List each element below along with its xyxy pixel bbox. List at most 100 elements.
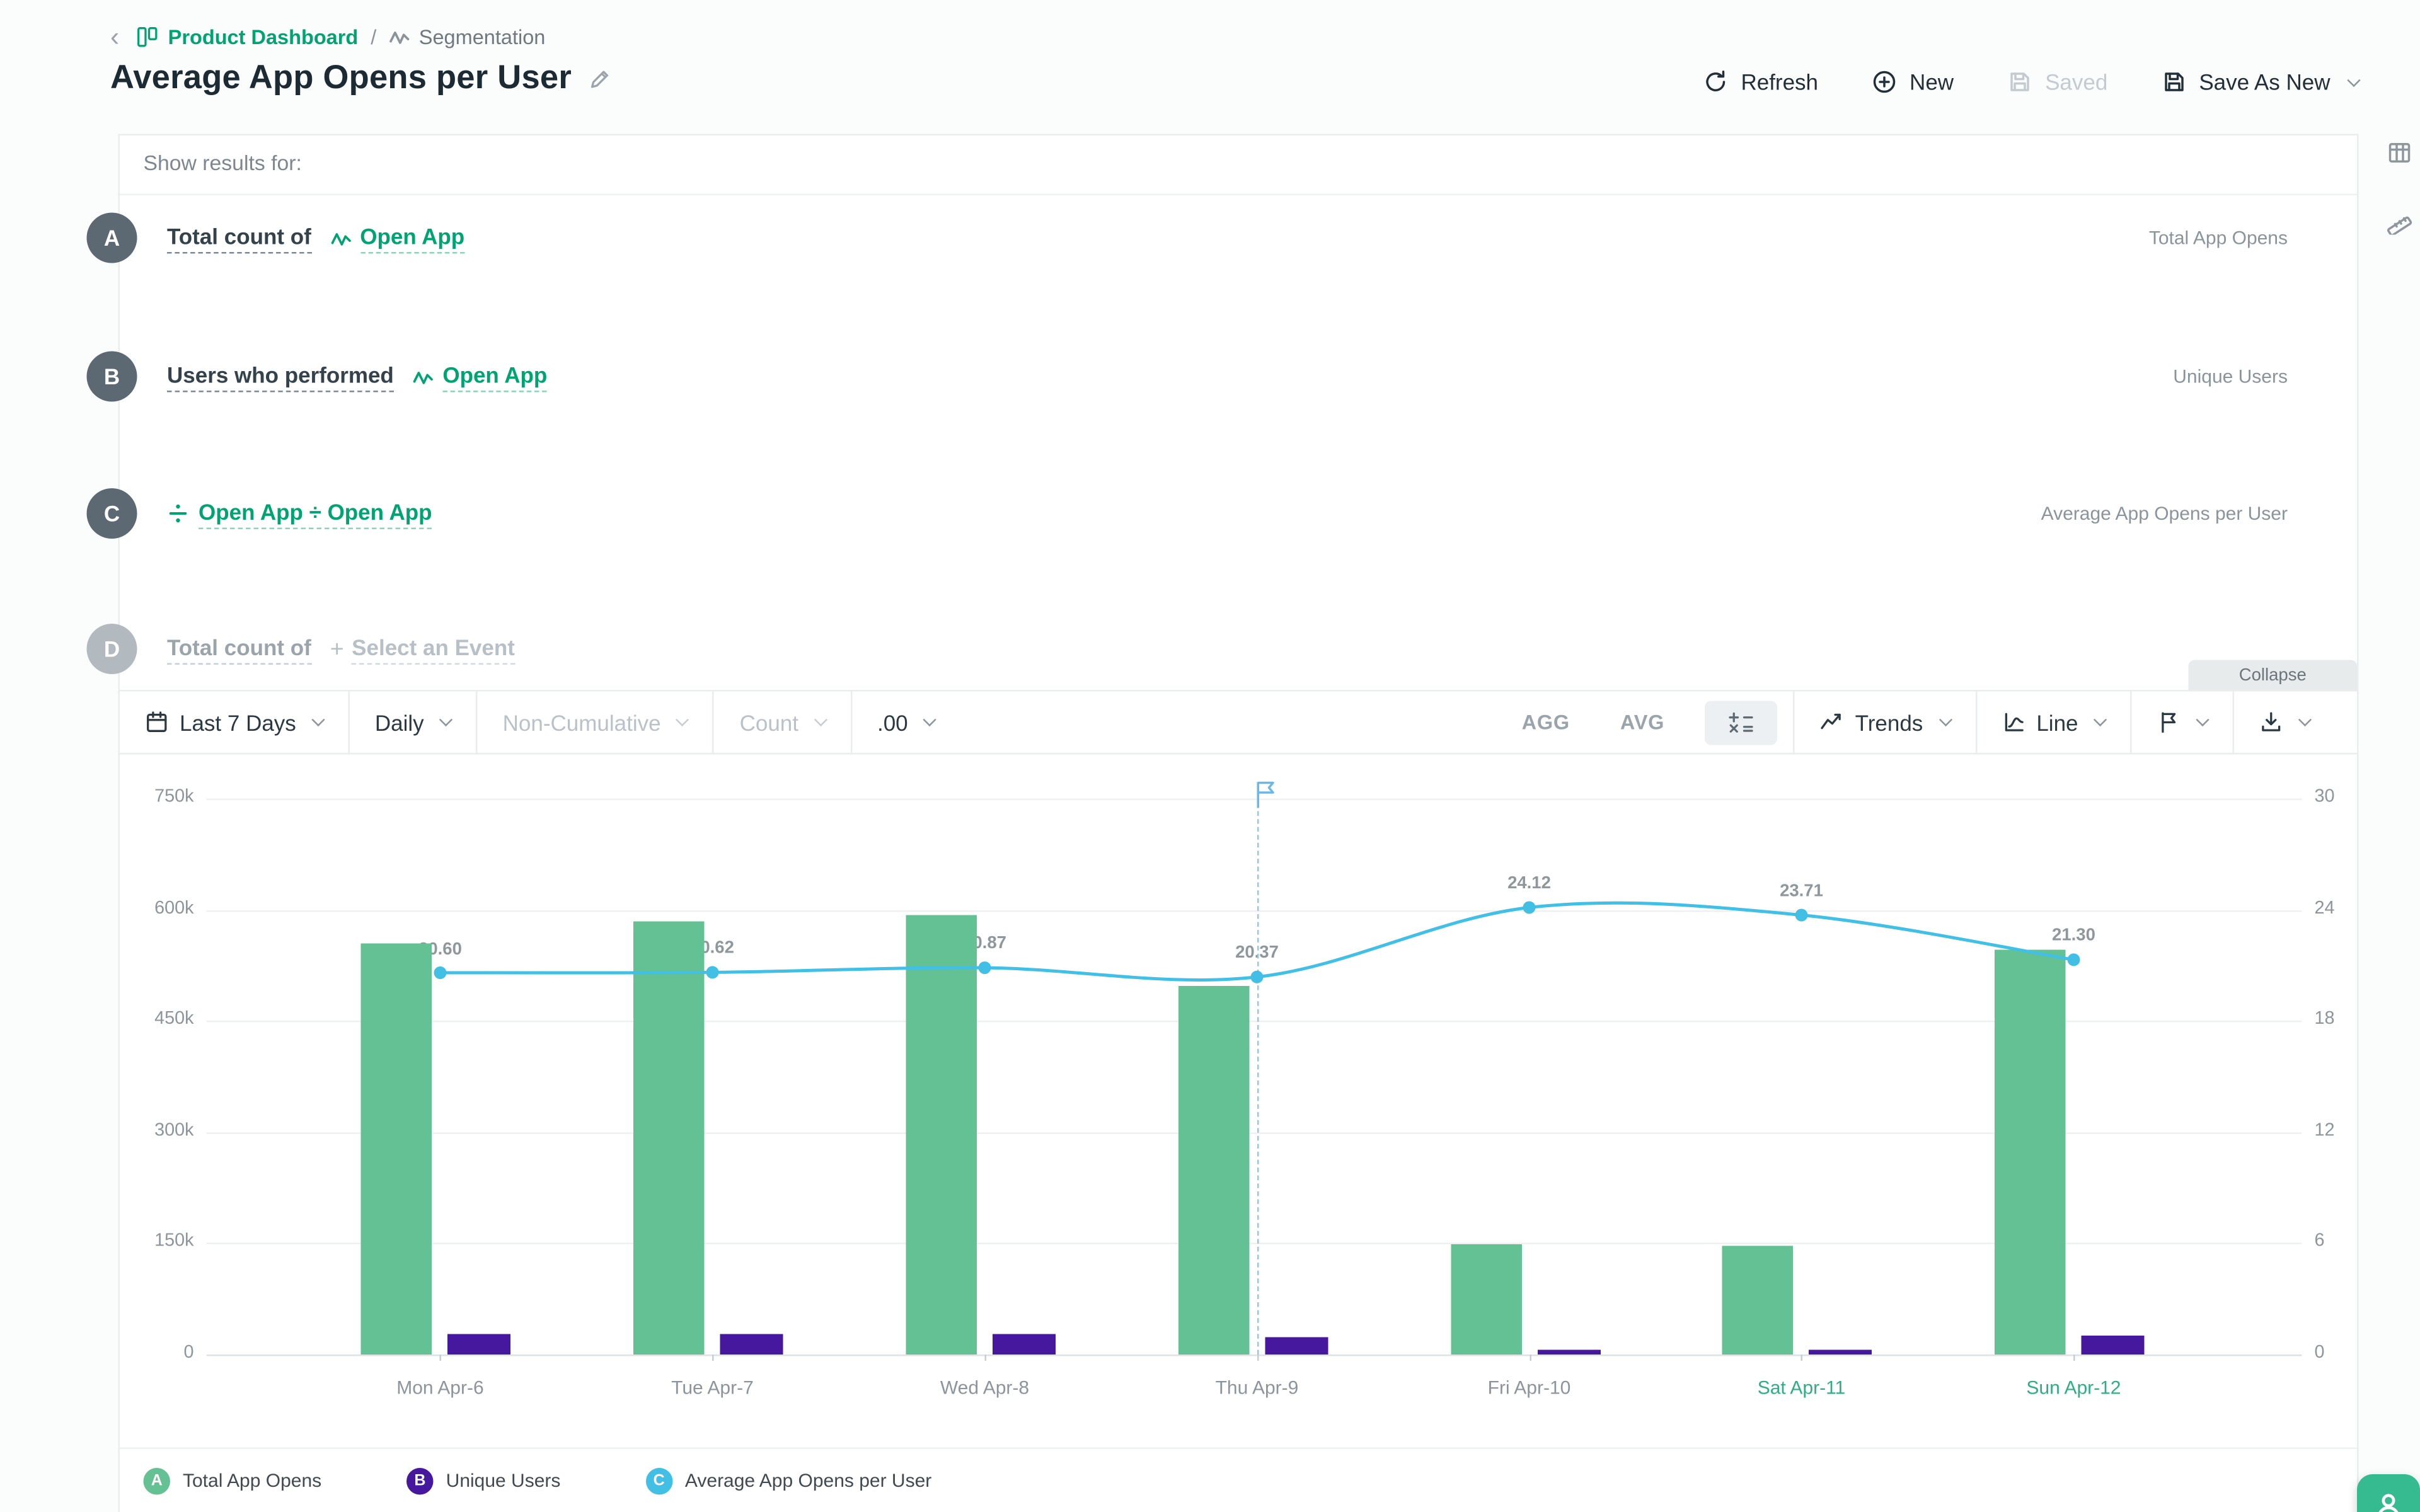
y-axis-tick-right: 30: [2315, 788, 2361, 806]
export-dropdown[interactable]: [2234, 692, 2335, 753]
download-icon: [2259, 711, 2283, 735]
table-view-button[interactable]: [2384, 137, 2416, 169]
bar-total-app-opens[interactable]: [1450, 1245, 1521, 1354]
formula-text: Open App ÷ Open App: [199, 498, 432, 529]
legend-item-a[interactable]: A Total App Opens: [144, 1467, 322, 1494]
formula-icon: [1727, 711, 1756, 735]
event-selector[interactable]: Open App: [413, 362, 547, 392]
table-icon: [2387, 140, 2412, 166]
x-axis-label: Fri Apr-10: [1434, 1377, 1623, 1399]
y-axis-tick-right: 24: [2315, 898, 2361, 917]
save-as-new-button[interactable]: Save As New: [2161, 69, 2358, 94]
result-label: Average App Opens per User: [2041, 503, 2288, 525]
chevron-down-icon: [439, 713, 452, 726]
decimal-format-label: .00: [877, 709, 908, 735]
saved-button: Saved: [2007, 69, 2107, 94]
chevron-down-icon: [814, 713, 827, 726]
header-actions: Refresh New Saved Save As New: [1703, 69, 2358, 94]
breadcrumb-dashboard-link[interactable]: Product Dashboard: [135, 25, 358, 49]
chevron-down-icon: [2094, 713, 2107, 726]
back-chevron-icon[interactable]: ‹: [110, 27, 119, 48]
saved-label: Saved: [2045, 69, 2107, 94]
gridline: [207, 1132, 2302, 1134]
aggregation-clause[interactable]: Users who performed: [167, 362, 394, 392]
avg-label: AVG: [1620, 711, 1664, 735]
breadcrumb-dashboard-label: Product Dashboard: [168, 25, 359, 49]
line-point[interactable]: [706, 966, 719, 978]
date-range-label: Last 7 Days: [180, 709, 296, 735]
bar-total-app-opens[interactable]: [1995, 951, 2066, 1354]
show-results-label: Show results for:: [144, 151, 302, 175]
annotations-dropdown[interactable]: [2132, 692, 2233, 753]
interval-dropdown[interactable]: Daily: [350, 692, 476, 753]
edit-title-icon[interactable]: [587, 67, 611, 91]
ruler-icon: [2387, 210, 2412, 235]
chevron-down-icon: [2196, 713, 2209, 726]
breadcrumb-current-label: Segmentation: [419, 25, 546, 49]
agg-option[interactable]: AGG: [1497, 692, 1595, 753]
bar-total-app-opens[interactable]: [1178, 986, 1249, 1354]
y-axis-tick-left: 750k: [120, 788, 194, 806]
chart-type-dropdown[interactable]: Line: [1976, 692, 2130, 753]
y-axis-tick-left: 0: [120, 1344, 194, 1363]
event-selector[interactable]: Open App: [330, 223, 464, 253]
plus-circle-icon: [1872, 69, 1897, 94]
new-button[interactable]: New: [1872, 69, 1954, 94]
app-root: ‹ Product Dashboard / Segmentation Avera…: [0, 0, 2420, 1512]
x-axis-label: Mon Apr-6: [345, 1377, 534, 1399]
line-point[interactable]: [434, 966, 447, 979]
query-row-c: C Open App ÷ Open App Average App Opens …: [120, 488, 2357, 539]
save-icon: [2007, 69, 2032, 94]
avg-option[interactable]: AVG: [1595, 692, 1690, 753]
annotation-flag-icon[interactable]: [1253, 780, 1277, 810]
bar-unique-users[interactable]: [720, 1334, 783, 1354]
aggregation-clause[interactable]: Total count of: [167, 223, 311, 253]
line-point[interactable]: [979, 961, 991, 974]
select-event-placeholder[interactable]: + Select an Event: [330, 634, 515, 664]
measure-button[interactable]: [2384, 207, 2416, 238]
refresh-button[interactable]: Refresh: [1703, 69, 1818, 94]
trends-icon: [1821, 711, 1845, 735]
y-axis-tick-right: 18: [2315, 1010, 2361, 1029]
help-button[interactable]: [2357, 1474, 2420, 1512]
formula-selector[interactable]: Open App ÷ Open App: [167, 498, 432, 529]
axis-tick: [1257, 1354, 1259, 1361]
query-row-a: A Total count of Open App Total App Open…: [120, 213, 2357, 263]
formula-toggle[interactable]: [1705, 700, 1778, 744]
legend-item-c[interactable]: CAverage App Opens per User: [645, 1467, 931, 1494]
bar-unique-users[interactable]: [1537, 1350, 1600, 1354]
segmentation-card: Show results for: A Total count of Open …: [118, 134, 2359, 1512]
line-point[interactable]: [1523, 901, 1536, 914]
x-axis-label: Thu Apr-9: [1162, 1377, 1351, 1399]
bar-unique-users[interactable]: [993, 1334, 1056, 1354]
bar-unique-users[interactable]: [1809, 1350, 1872, 1354]
legend-label: Total App Opens: [183, 1470, 321, 1492]
agg-label: AGG: [1522, 711, 1570, 735]
legend-color-badge: A: [144, 1467, 171, 1494]
bar-unique-users[interactable]: [2082, 1336, 2145, 1354]
collapse-button[interactable]: Collapse: [2189, 660, 2358, 690]
bar-total-app-opens[interactable]: [361, 943, 432, 1354]
assistant-icon: [2373, 1490, 2404, 1512]
breadcrumb-current: Segmentation: [389, 25, 545, 49]
bar-total-app-opens[interactable]: [1722, 1246, 1794, 1354]
line-point[interactable]: [2068, 953, 2080, 966]
x-axis-label: Wed Apr-8: [890, 1377, 1080, 1399]
legend-color-badge: B: [406, 1467, 434, 1494]
chevron-down-icon: [1939, 713, 1952, 726]
bar-unique-users[interactable]: [1265, 1336, 1328, 1354]
aggregation-clause[interactable]: Total count of: [167, 634, 311, 664]
date-range-dropdown[interactable]: Last 7 Days: [142, 692, 348, 753]
bar-total-app-opens[interactable]: [906, 915, 977, 1354]
chevron-down-icon: [923, 713, 936, 726]
decimal-format-dropdown[interactable]: .00: [852, 692, 960, 753]
chevron-down-icon: [2298, 713, 2312, 726]
bar-total-app-opens[interactable]: [633, 921, 705, 1354]
trends-dropdown[interactable]: Trends: [1795, 692, 1975, 753]
legend-item-b[interactable]: BUnique Users: [406, 1467, 560, 1494]
bar-unique-users[interactable]: [448, 1334, 511, 1354]
event-name: Open App: [442, 362, 547, 392]
chart-legend: A Total App Opens BUnique Users CAverage Ap…: [120, 1448, 2357, 1512]
x-axis-label: Sat Apr-11: [1707, 1377, 1896, 1399]
row-letter-badge: D: [87, 624, 137, 674]
